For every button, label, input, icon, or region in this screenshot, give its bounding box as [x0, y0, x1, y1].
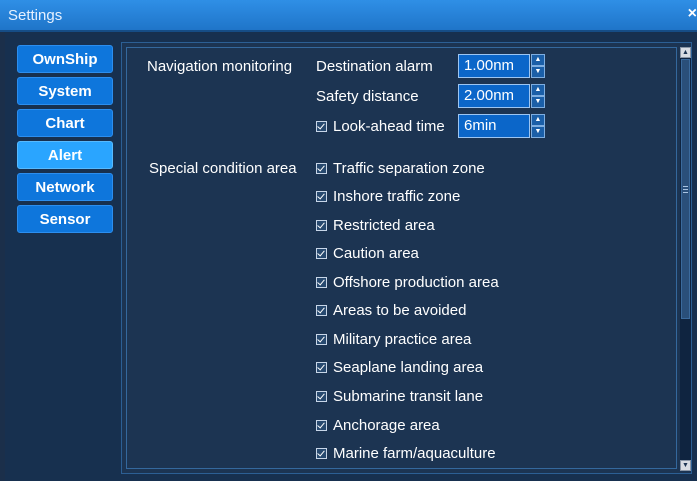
special-area-checkbox-row[interactable]: Marine farm/aquaculture [316, 445, 496, 465]
safety-distance-stepper[interactable]: ▲ ▼ [531, 84, 545, 108]
increment-icon[interactable]: ▲ [531, 114, 545, 126]
checkbox[interactable] [316, 191, 327, 202]
special-area-label: Caution area [333, 245, 419, 262]
decrement-icon[interactable]: ▼ [531, 126, 545, 138]
check-icon [317, 305, 325, 314]
nav-item-chart[interactable]: Chart [17, 109, 113, 137]
special-area-label: Restricted area [333, 217, 435, 234]
checkbox[interactable] [316, 305, 327, 316]
grip-line-icon [683, 186, 688, 187]
safety-distance-input[interactable]: 2.00nm [458, 84, 530, 108]
special-area-label: Marine farm/aquaculture [333, 445, 496, 462]
checkbox[interactable] [316, 220, 327, 231]
look-ahead-time-input[interactable]: 6min [458, 114, 530, 138]
check-icon [317, 420, 325, 429]
special-area-checkbox-row[interactable]: Offshore production area [316, 274, 499, 294]
special-area-label: Anchorage area [333, 417, 440, 434]
special-area-checkbox-row[interactable]: Inshore traffic zone [316, 188, 460, 208]
special-area-label: Offshore production area [333, 274, 499, 291]
scroll-thumb[interactable] [681, 59, 690, 319]
checkbox[interactable] [316, 277, 327, 288]
special-area-checkbox-row[interactable]: Areas to be avoided [316, 302, 466, 322]
checkbox[interactable] [316, 334, 327, 345]
title-bar: Settings × [0, 0, 697, 32]
look-ahead-time-spinbox[interactable]: 6min ▲ ▼ [458, 114, 550, 138]
checkbox[interactable] [316, 121, 327, 132]
check-icon [317, 220, 325, 229]
settings-nav: OwnShip System Chart Alert Network Senso… [17, 45, 113, 237]
special-area-checkbox-row[interactable]: Submarine transit lane [316, 388, 483, 408]
grip-line-icon [683, 192, 688, 193]
nav-item-ownship[interactable]: OwnShip [17, 45, 113, 73]
check-icon [317, 277, 325, 286]
navigation-monitoring-label: Navigation monitoring [147, 58, 293, 75]
special-area-label: Inshore traffic zone [333, 188, 461, 205]
destination-alarm-spinbox[interactable]: 1.00nm ▲ ▼ [458, 54, 550, 78]
look-ahead-time-stepper[interactable]: ▲ ▼ [531, 114, 545, 138]
check-icon [317, 248, 325, 257]
scroll-up-icon[interactable]: ▲ [680, 47, 691, 58]
nav-item-system[interactable]: System [17, 77, 113, 105]
checkbox[interactable] [316, 248, 327, 259]
window-title: Settings [8, 7, 63, 24]
checkbox[interactable] [316, 163, 327, 174]
special-area-checkbox-row[interactable]: Seaplane landing area [316, 359, 483, 379]
special-area-label: Traffic separation zone [333, 160, 485, 177]
check-icon [317, 121, 325, 130]
check-icon [317, 362, 325, 371]
check-icon [317, 163, 325, 172]
special-area-checkbox-row[interactable]: Traffic separation zone [316, 160, 485, 180]
nav-item-sensor[interactable]: Sensor [17, 205, 113, 233]
nav-item-alert[interactable]: Alert [17, 141, 113, 169]
special-area-label: Seaplane landing area [333, 359, 484, 376]
destination-alarm-input[interactable]: 1.00nm [458, 54, 530, 78]
increment-icon[interactable]: ▲ [531, 54, 545, 66]
special-area-checkbox-row[interactable]: Military practice area [316, 331, 471, 351]
nav-item-network[interactable]: Network [17, 173, 113, 201]
check-icon [317, 191, 325, 200]
special-area-label: Military practice area [333, 331, 472, 348]
decrement-icon[interactable]: ▼ [531, 96, 545, 108]
grip-line-icon [683, 189, 688, 190]
check-icon [317, 448, 325, 457]
destination-alarm-stepper[interactable]: ▲ ▼ [531, 54, 545, 78]
destination-alarm-label: Destination alarm [316, 58, 433, 75]
special-condition-area-label: Special condition area [149, 160, 297, 177]
special-area-checkbox-row[interactable]: Anchorage area [316, 417, 440, 437]
special-area-label: Submarine transit lane [333, 388, 484, 405]
special-area-checkbox-row[interactable]: Caution area [316, 245, 419, 265]
safety-distance-label: Safety distance [316, 88, 419, 105]
checkbox[interactable] [316, 362, 327, 373]
increment-icon[interactable]: ▲ [531, 84, 545, 96]
checkbox[interactable] [316, 448, 327, 459]
vertical-scrollbar[interactable]: ▲ ▼ [680, 47, 691, 471]
scroll-down-icon[interactable]: ▼ [680, 460, 691, 471]
decrement-icon[interactable]: ▼ [531, 66, 545, 78]
close-icon[interactable]: × [685, 5, 697, 23]
safety-distance-spinbox[interactable]: 2.00nm ▲ ▼ [458, 84, 550, 108]
checkbox[interactable] [316, 420, 327, 431]
check-icon [317, 334, 325, 343]
special-area-label: Areas to be avoided [333, 302, 467, 319]
special-area-checkbox-row[interactable]: Restricted area [316, 217, 435, 237]
check-icon [317, 391, 325, 400]
look-ahead-time-label: Look-ahead time [333, 118, 445, 135]
checkbox[interactable] [316, 391, 327, 402]
look-ahead-time-checkbox-row[interactable]: Look-ahead time [316, 118, 445, 138]
